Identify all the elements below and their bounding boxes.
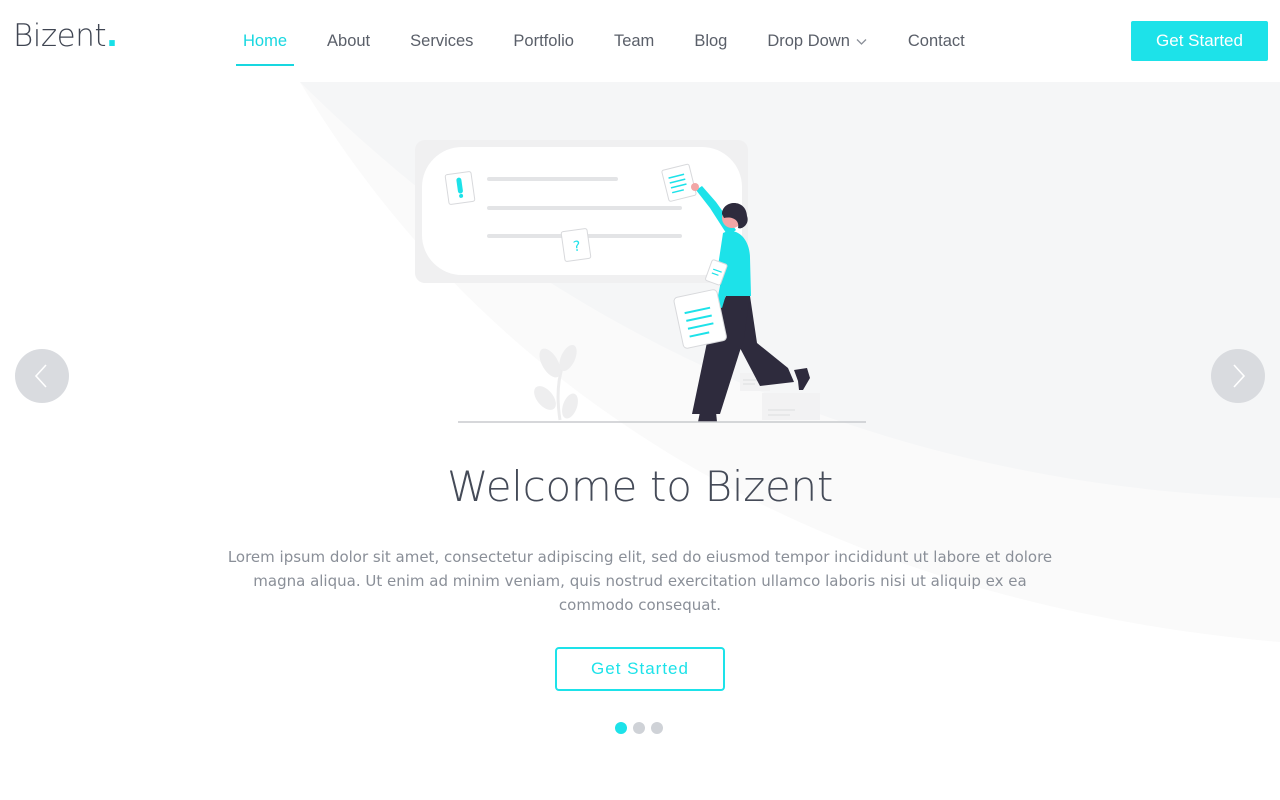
nav-item-team[interactable]: Team [594,16,674,66]
nav-item-about[interactable]: About [307,16,390,66]
nav-item-dropdown[interactable]: Drop Down [747,16,888,66]
nav-item-label: About [327,32,371,50]
chevron-left-icon [34,364,47,388]
hero-illustration: ? [415,140,866,423]
main-nav: Home About Services Portfolio Team Blog … [223,16,985,66]
carousel-next-button[interactable] [1211,349,1265,403]
chevron-right-icon [1233,364,1246,388]
nav-item-portfolio[interactable]: Portfolio [493,16,594,66]
nav-item-label: Blog [694,32,728,50]
nav-item-label: Team [613,32,655,50]
nav-item-home[interactable]: Home [223,16,307,66]
carousel-prev-button[interactable] [15,349,69,403]
nav-item-label: Drop Down [767,32,850,50]
nav-item-blog[interactable]: Blog [674,16,747,66]
nav-item-label: Services [410,32,474,50]
carousel-dot-3[interactable] [651,722,663,734]
carousel-dot-1[interactable] [615,722,627,734]
nav-item-contact[interactable]: Contact [888,16,985,66]
nav-item-label: Home [243,32,288,50]
hero-description: Lorem ipsum dolor sit amet, consectetur … [227,548,1053,614]
chevron-down-icon [856,38,867,45]
brand-name: Bizent [13,18,107,54]
site-header: Bizent. Home About Services Portfolio Te… [0,0,1280,82]
get-started-header-button[interactable]: Get Started [1131,21,1268,61]
nav-item-label: Contact [907,32,965,50]
get-started-hero-button[interactable]: Get Started [555,647,725,691]
brand-dot: . [106,18,118,54]
nav-item-services[interactable]: Services [390,16,493,66]
hero-title: Welcome to Bizent [446,462,834,511]
brand-logo[interactable]: Bizent. [13,18,118,54]
nav-item-label: Portfolio [513,32,574,50]
carousel-indicators [615,722,663,734]
carousel-dot-2[interactable] [633,722,645,734]
